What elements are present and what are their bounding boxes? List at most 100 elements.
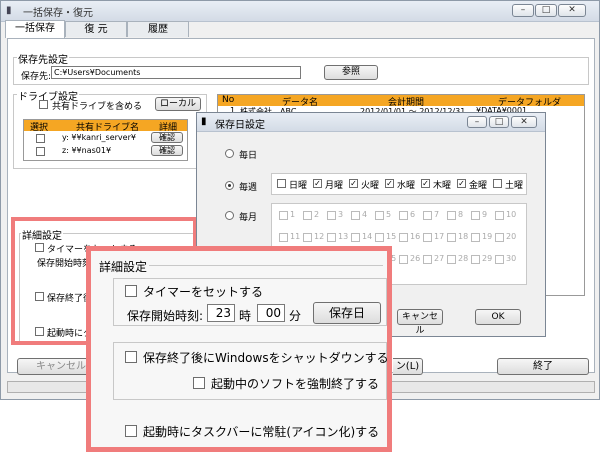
close-button[interactable]: ✕: [558, 4, 586, 17]
weekday-label: 水曜: [397, 181, 416, 191]
monthday-checkbox[interactable]: [375, 211, 384, 220]
restore-button-partial[interactable]: ン(L): [393, 358, 423, 375]
monthday-checkbox[interactable]: [471, 211, 480, 220]
weekday-checkbox[interactable]: ✓: [457, 179, 466, 188]
minimize-button[interactable]: –: [512, 4, 534, 17]
save-day-button[interactable]: 保存日: [313, 302, 381, 324]
monthday-checkbox[interactable]: [399, 233, 408, 242]
monthday-label: 17: [434, 232, 445, 241]
force-quit-checkbox[interactable]: [193, 377, 205, 389]
monthly-radio[interactable]: [225, 211, 234, 220]
local-button[interactable]: ローカル: [155, 97, 201, 111]
monthday-checkbox[interactable]: [327, 211, 336, 220]
weekly-radio[interactable]: [225, 181, 234, 190]
monthday-label: 28: [458, 254, 469, 263]
daily-radio[interactable]: [225, 149, 234, 158]
tab-history[interactable]: 履歴: [127, 21, 189, 37]
save-dest-group-label: 保存先設定: [17, 51, 69, 66]
monthday-label: 13: [338, 232, 349, 241]
startup-label: 起動時にタスクバーに常駐(アイコン化)する: [143, 425, 380, 439]
monthday-checkbox[interactable]: [423, 211, 432, 220]
drive-row-checkbox[interactable]: [36, 147, 45, 156]
monthday-label: 8: [458, 210, 464, 219]
timer-checkbox[interactable]: [125, 285, 137, 297]
monthday-checkbox[interactable]: [423, 255, 432, 264]
tab-restore[interactable]: 復 元: [65, 21, 127, 37]
monthday-checkbox[interactable]: [351, 233, 360, 242]
maximize-button[interactable]: □: [535, 4, 557, 17]
weekday-label: 金曜: [469, 181, 488, 191]
end-button[interactable]: 終了: [497, 358, 589, 375]
monthday-checkbox[interactable]: [423, 233, 432, 242]
monthday-checkbox[interactable]: [279, 211, 288, 220]
monthday-label: 30: [506, 254, 517, 263]
monthday-label: 12: [314, 232, 325, 241]
monthly-label: 毎月: [239, 213, 258, 223]
monthday-checkbox[interactable]: [495, 211, 504, 220]
monthday-checkbox[interactable]: [327, 233, 336, 242]
schedule-maximize-button[interactable]: □: [489, 116, 509, 128]
monthday-checkbox[interactable]: [303, 211, 312, 220]
hour-input[interactable]: 23: [207, 304, 235, 322]
monthday-label: 26: [410, 254, 421, 263]
startup-checkbox[interactable]: [125, 425, 137, 437]
monthday-label: 10: [506, 210, 517, 219]
monthday-checkbox[interactable]: [495, 233, 504, 242]
include-shared-checkbox[interactable]: [39, 100, 48, 109]
monthday-label: 29: [482, 254, 493, 263]
monthday-label: 20: [506, 232, 517, 241]
drive-row-name: y: ¥¥kanri_server¥: [62, 133, 136, 142]
schedule-close-button[interactable]: ✕: [511, 116, 537, 128]
weekday-label: 土曜: [505, 181, 524, 191]
monthday-checkbox[interactable]: [471, 233, 480, 242]
monthday-checkbox[interactable]: [471, 255, 480, 264]
drive-row-checkbox[interactable]: [36, 134, 45, 143]
weekday-checkbox[interactable]: [277, 179, 286, 188]
weekday-checkbox[interactable]: [493, 179, 502, 188]
monthday-checkbox[interactable]: [351, 211, 360, 220]
save-dest-input[interactable]: C:¥Users¥Documents: [51, 66, 301, 79]
monthday-checkbox[interactable]: [447, 255, 456, 264]
monthday-label: 15: [386, 232, 397, 241]
schedule-minimize-button[interactable]: –: [467, 116, 487, 128]
monthday-checkbox[interactable]: [399, 255, 408, 264]
weekday-label: 月曜: [325, 181, 344, 191]
monthday-checkbox[interactable]: [447, 211, 456, 220]
data-col-no: No: [222, 95, 235, 105]
weekday-checkbox[interactable]: ✓: [421, 179, 430, 188]
monthday-checkbox[interactable]: [303, 233, 312, 242]
drive-col-select: 選択: [30, 123, 49, 133]
monthday-label: 27: [434, 254, 445, 263]
monthday-checkbox[interactable]: [279, 233, 288, 242]
monthday-label: 6: [410, 210, 416, 219]
minute-unit: 分: [289, 309, 302, 323]
monthday-checkbox[interactable]: [399, 211, 408, 220]
weekday-checkbox[interactable]: ✓: [385, 179, 394, 188]
monthday-label: 2: [314, 210, 320, 219]
minute-input[interactable]: 00: [257, 304, 285, 322]
app-icon: ▮: [6, 5, 12, 16]
monthday-checkbox[interactable]: [447, 233, 456, 242]
drive-table: 選択 共有ドライブ名 詳細 y: ¥¥kanri_server¥ 確認 z: ¥…: [23, 119, 188, 161]
monthday-label: 11: [290, 232, 301, 241]
weekday-checkbox[interactable]: ✓: [313, 179, 322, 188]
monthday-checkbox[interactable]: [375, 233, 384, 242]
shutdown-checkbox[interactable]: [125, 351, 137, 363]
monthday-label: 5: [386, 210, 392, 219]
weekday-label: 日曜: [289, 181, 308, 191]
daily-label: 毎日: [239, 151, 258, 161]
tab-batch-save[interactable]: 一括保存: [5, 20, 65, 38]
weekly-label: 毎週: [239, 183, 258, 193]
schedule-ok-button[interactable]: OK: [475, 309, 521, 325]
drive-row-name: z: ¥¥nas01¥: [62, 146, 112, 155]
weekday-checkbox[interactable]: ✓: [349, 179, 358, 188]
browse-button[interactable]: 参照: [324, 65, 378, 80]
schedule-title: 保存日設定: [215, 120, 265, 131]
drive-detail-button[interactable]: 確認: [151, 132, 183, 143]
monthday-checkbox[interactable]: [495, 255, 504, 264]
drive-detail-button[interactable]: 確認: [151, 145, 183, 156]
schedule-app-icon: ▮: [201, 116, 207, 127]
monthday-label: 9: [482, 210, 488, 219]
monthday-label: 18: [458, 232, 469, 241]
schedule-cancel-button[interactable]: キャンセル: [397, 309, 443, 336]
